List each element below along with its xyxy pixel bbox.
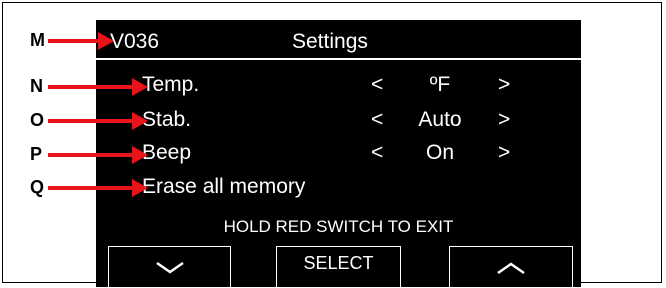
- temp-unit-value: ºF: [429, 73, 451, 96]
- callout-arrow-q: [48, 179, 148, 197]
- callout-arrow-o: [48, 112, 148, 130]
- callout-label-n: N: [30, 76, 43, 96]
- exit-hint: HOLD RED SWITCH TO EXIT: [223, 217, 454, 236]
- page-title: Settings: [292, 30, 368, 53]
- title-divider: [96, 58, 581, 60]
- down-button[interactable]: [108, 246, 231, 288]
- prev-option-button[interactable]: <: [371, 141, 383, 165]
- callout-arrow-n: [48, 78, 148, 96]
- menu-item-stab[interactable]: Stab. < Auto >: [96, 108, 581, 140]
- callout-label-q: Q: [30, 177, 45, 197]
- callout-arrow-m: [48, 32, 114, 50]
- menu-item-beep[interactable]: Beep < On >: [96, 141, 581, 173]
- prev-option-button[interactable]: <: [371, 73, 383, 97]
- next-option-button[interactable]: >: [498, 108, 510, 132]
- menu-item-label: Temp.: [142, 73, 200, 96]
- settings-screen: V036 Settings Temp. < ºF > Stab. < Auto …: [96, 20, 581, 288]
- callout-label-m: M: [30, 30, 45, 50]
- menu-item-label: Erase all memory: [142, 175, 306, 198]
- menu-item-erase-memory[interactable]: Erase all memory: [96, 175, 581, 207]
- callout-label-o: O: [30, 110, 45, 130]
- stab-value: Auto: [418, 108, 462, 131]
- firmware-version: V036: [110, 30, 160, 53]
- menu-item-label: Beep: [142, 141, 192, 164]
- beep-value: On: [425, 141, 454, 164]
- select-button[interactable]: SELECT: [276, 246, 401, 288]
- callout-arrow-p: [48, 146, 148, 164]
- menu-item-label: Stab.: [142, 108, 192, 131]
- chevron-up-icon: [497, 262, 525, 275]
- up-button[interactable]: [449, 246, 573, 288]
- menu-item-temp[interactable]: Temp. < ºF >: [96, 73, 581, 105]
- prev-option-button[interactable]: <: [371, 108, 383, 132]
- next-option-button[interactable]: >: [498, 141, 510, 165]
- select-button-label: SELECT: [303, 253, 374, 273]
- callout-label-p: P: [30, 144, 43, 164]
- next-option-button[interactable]: >: [498, 73, 510, 97]
- chevron-down-icon: [155, 261, 184, 274]
